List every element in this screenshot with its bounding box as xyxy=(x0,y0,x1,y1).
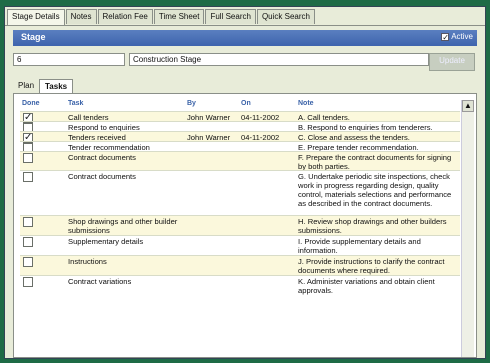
tab-quick-search[interactable]: Quick Search xyxy=(256,9,315,24)
col-header-task[interactable]: Task xyxy=(68,100,83,109)
subtabs: Plan Tasks xyxy=(13,79,74,93)
task-row[interactable]: Shop drawings and other builder submissi… xyxy=(20,215,460,236)
task-done-checkbox[interactable] xyxy=(23,153,33,163)
main-tabbar: Stage Details Notes Relation Fee Time Sh… xyxy=(7,9,316,25)
stage-header: Stage ✓ Active xyxy=(13,30,477,46)
tab-stage-details[interactable]: Stage Details xyxy=(7,9,65,25)
task-done-checkbox[interactable] xyxy=(23,257,33,267)
stage-number-field[interactable]: 6 xyxy=(13,53,125,66)
task-note: J. Provide instructions to clarify the c… xyxy=(298,257,445,275)
task-done-checkbox[interactable] xyxy=(23,172,33,182)
tab-divider xyxy=(5,25,485,26)
task-name: Supplementary details xyxy=(68,237,144,246)
active-checkbox[interactable]: ✓ xyxy=(441,32,450,41)
tab-time-sheet[interactable]: Time Sheet xyxy=(153,9,205,24)
active-toggle[interactable]: ✓ Active xyxy=(441,32,473,41)
task-note: H. Review shop drawings and other builde… xyxy=(298,217,447,235)
task-row[interactable]: Contract documents F. Prepare the contrac… xyxy=(20,151,460,171)
stage-window: Stage Details Notes Relation Fee Time Sh… xyxy=(4,6,486,359)
subtab-tasks[interactable]: Tasks xyxy=(39,79,74,93)
task-row[interactable]: Contract variations K. Administer variati… xyxy=(20,275,460,296)
stage-label: Stage xyxy=(21,32,46,42)
stage-name-field[interactable]: Construction Stage xyxy=(129,53,429,66)
update-button[interactable]: Update xyxy=(429,53,475,71)
tab-notes[interactable]: Notes xyxy=(65,9,97,24)
col-header-done[interactable]: Done xyxy=(22,100,40,109)
task-done-checkbox[interactable] xyxy=(23,237,33,247)
task-name: Contract documents xyxy=(68,153,136,162)
task-name: Instructions xyxy=(68,257,107,266)
tasks-panel: Done Task By On Note ✓ Call tenders John W… xyxy=(13,93,477,358)
col-header-note[interactable]: Note xyxy=(298,100,314,109)
col-header-on[interactable]: On xyxy=(241,100,251,109)
subtab-plan[interactable]: Plan xyxy=(13,79,39,92)
task-name: Shop drawings and other builder submissi… xyxy=(68,217,178,235)
scroll-up-arrow-icon[interactable]: ▲ xyxy=(462,100,474,112)
task-done-checkbox[interactable] xyxy=(23,277,33,287)
task-note: I. Provide supplementary details and inf… xyxy=(298,237,421,255)
task-note: K. Administer variations and obtain clie… xyxy=(298,277,435,295)
task-name: Contract documents xyxy=(68,172,136,181)
task-name: Contract variations xyxy=(68,277,132,286)
task-note: G. Undertake periodic site inspections, … xyxy=(298,172,452,208)
active-label: Active xyxy=(451,32,473,41)
tasks-grid: Done Task By On Note ✓ Call tenders John W… xyxy=(20,100,460,357)
task-note: F. Prepare the contract documents for si… xyxy=(298,153,452,171)
task-row[interactable]: Supplementary details I. Provide suppleme… xyxy=(20,235,460,256)
task-done-checkbox[interactable] xyxy=(23,217,33,227)
task-row[interactable]: Instructions J. Provide instructions to c… xyxy=(20,255,460,276)
tab-relation-fee[interactable]: Relation Fee xyxy=(97,9,153,24)
tab-full-search[interactable]: Full Search xyxy=(205,9,256,24)
vertical-scrollbar[interactable]: ▲ xyxy=(461,100,474,357)
task-row[interactable]: Contract documents G. Undertake periodic … xyxy=(20,170,460,216)
col-header-by[interactable]: By xyxy=(187,100,196,109)
